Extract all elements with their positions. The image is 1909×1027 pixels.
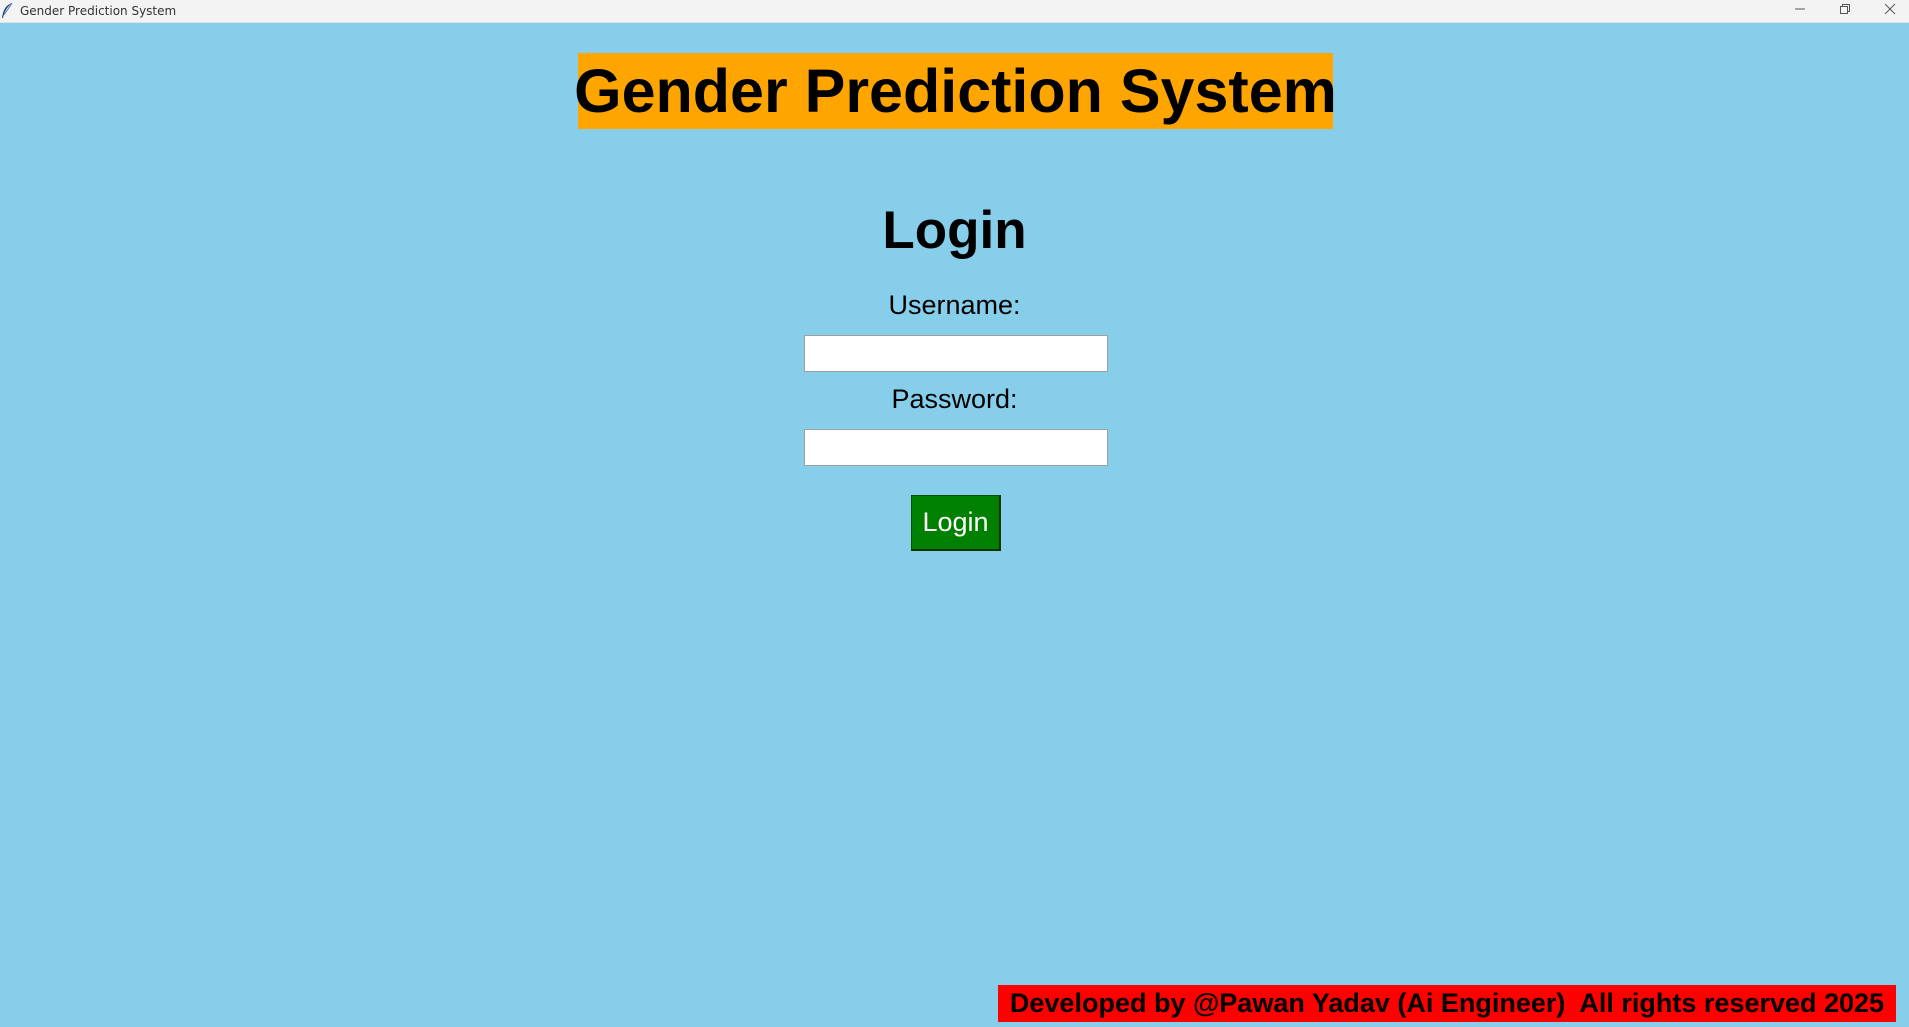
- app-title-banner: Gender Prediction System: [574, 53, 1337, 129]
- password-label: Password:: [891, 384, 1018, 414]
- footer-credits: Developed by @Pawan Yadav (Ai Engineer) …: [998, 985, 1896, 1022]
- close-icon: [1884, 2, 1896, 20]
- minimize-button[interactable]: [1778, 0, 1822, 22]
- window-titlebar: Gender Prediction System: [0, 0, 1909, 23]
- minimize-icon: [1794, 2, 1806, 20]
- window-title: Gender Prediction System: [20, 4, 177, 18]
- username-input[interactable]: [804, 335, 1108, 372]
- login-heading: Login: [882, 201, 1027, 260]
- close-button[interactable]: [1868, 0, 1909, 22]
- username-label: Username:: [888, 290, 1021, 320]
- restore-button[interactable]: [1823, 0, 1867, 22]
- restore-icon: [1839, 2, 1851, 20]
- feather-icon: [0, 2, 14, 20]
- password-input[interactable]: [804, 429, 1108, 466]
- login-button[interactable]: Login: [911, 495, 1001, 551]
